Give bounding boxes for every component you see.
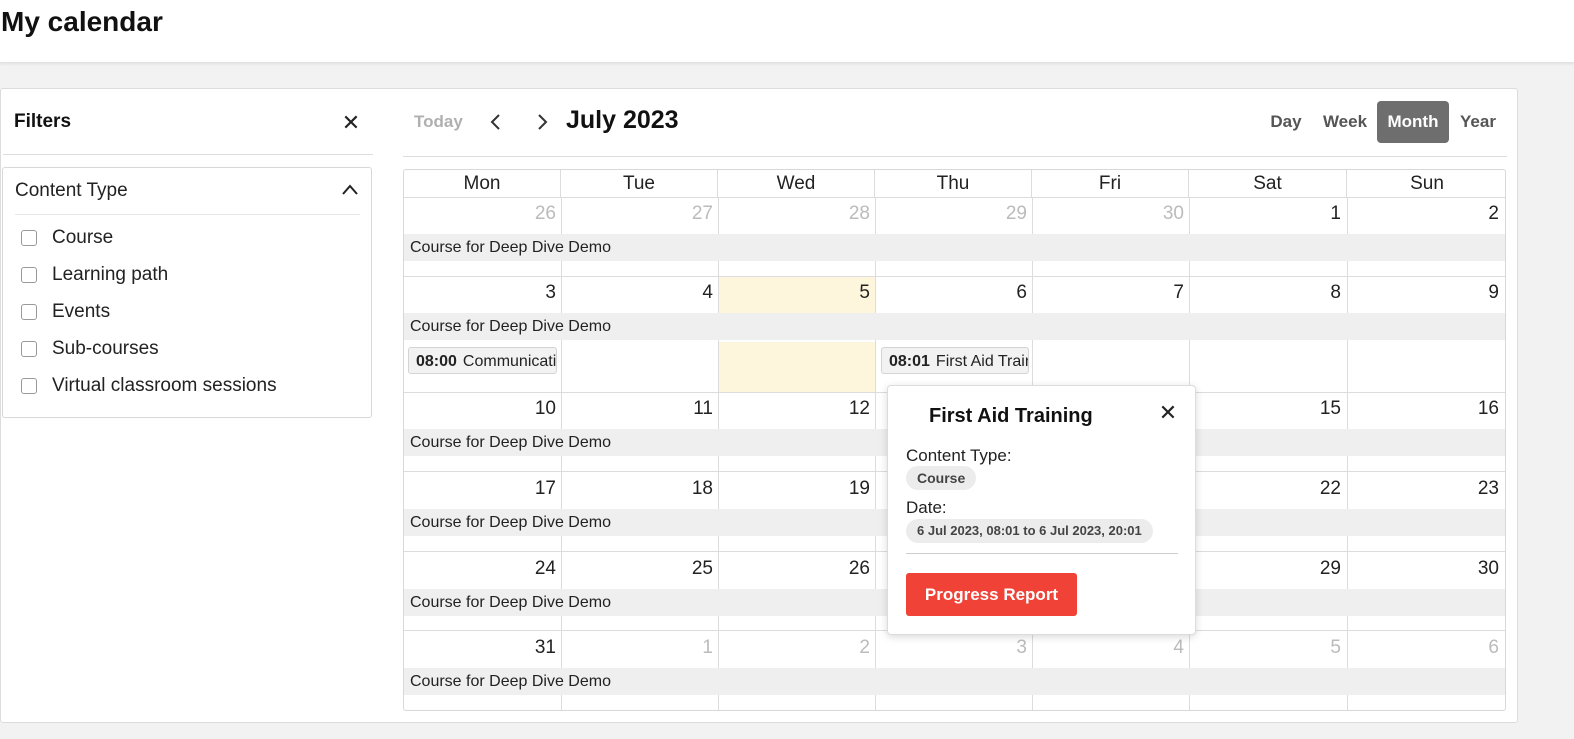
chevron-right-icon[interactable]	[530, 110, 554, 134]
event-time: 08:01	[889, 353, 930, 370]
day-number[interactable]: 9	[1459, 282, 1499, 304]
page-title: My calendar	[1, 6, 163, 37]
content-type-label: Content Type:	[906, 446, 1012, 465]
close-popover-button[interactable]: ✕	[1156, 401, 1180, 425]
day-number[interactable]: 23	[1459, 478, 1499, 500]
day-number[interactable]: 18	[673, 478, 713, 500]
day-number[interactable]: 24	[516, 558, 556, 580]
weekday-header: Fri	[1032, 170, 1189, 197]
event-chip[interactable]: 08:00 Communication Skills	[408, 347, 557, 374]
day-number[interactable]: 2	[1459, 203, 1499, 225]
day-number[interactable]: 1	[1301, 203, 1341, 225]
header-divider	[404, 197, 1505, 198]
filter-label: Virtual classroom sessions	[52, 375, 277, 396]
day-number[interactable]: 15	[1301, 398, 1341, 420]
day-number[interactable]: 28	[830, 203, 870, 225]
event-title: First Aid Training	[935, 353, 1028, 370]
day-number[interactable]: 1	[673, 637, 713, 659]
checkbox[interactable]	[21, 267, 37, 283]
content-type-badge: Course	[906, 466, 977, 490]
day-number[interactable]: 10	[516, 398, 556, 420]
day-number[interactable]: 29	[987, 203, 1027, 225]
chevron-up-icon[interactable]	[340, 181, 360, 199]
day-number[interactable]: 22	[1301, 478, 1341, 500]
checkbox[interactable]	[21, 378, 37, 394]
day-number[interactable]: 7	[1144, 282, 1184, 304]
filter-label: Course	[52, 227, 114, 248]
day-number[interactable]: 19	[830, 478, 870, 500]
day-number[interactable]: 11	[673, 398, 713, 420]
filters-title: Filters	[14, 111, 72, 132]
close-filters-button[interactable]: ✕	[339, 111, 363, 135]
content-type-divider	[15, 214, 360, 215]
view-day-button[interactable]: Day	[1262, 101, 1310, 143]
view-year-button[interactable]: Year	[1452, 101, 1504, 143]
close-icon: ✕	[341, 110, 361, 135]
close-icon: ✕	[1158, 400, 1178, 425]
weekday-header: Sat	[1189, 170, 1347, 197]
event-time: 08:00	[416, 353, 457, 370]
day-number[interactable]: 12	[830, 398, 870, 420]
filter-course[interactable]: Course	[21, 227, 113, 249]
today-button[interactable]: Today	[414, 112, 463, 132]
day-number[interactable]: 31	[516, 637, 556, 659]
filter-label: Learning path	[52, 264, 169, 285]
weekday-header: Wed	[718, 170, 875, 197]
day-number[interactable]: 4	[1144, 637, 1184, 659]
checkbox[interactable]	[21, 341, 37, 357]
popover-title: First Aid Training	[929, 405, 1093, 427]
date-label: Date:	[906, 498, 947, 517]
day-number[interactable]: 2	[830, 637, 870, 659]
checkbox[interactable]	[21, 304, 37, 320]
all-day-event[interactable]: Course for Deep Dive Demo	[404, 234, 1505, 261]
weekday-header: Sun	[1410, 173, 1444, 194]
day-number[interactable]: 27	[673, 203, 713, 225]
day-number[interactable]: 25	[673, 558, 713, 580]
filter-sub-courses[interactable]: Sub-courses	[21, 338, 159, 360]
view-week-button[interactable]: Week	[1316, 101, 1374, 143]
today-highlight	[718, 342, 875, 393]
day-number[interactable]: 26	[830, 558, 870, 580]
current-month-label: July 2023	[566, 106, 679, 134]
filter-label: Events	[52, 301, 111, 322]
week-divider	[404, 276, 1505, 277]
day-number[interactable]: 8	[1301, 282, 1341, 304]
chevron-left-icon[interactable]	[484, 110, 508, 134]
filter-virtual-classroom[interactable]: Virtual classroom sessions	[21, 375, 277, 397]
day-number[interactable]: 16	[1459, 398, 1499, 420]
filters-divider	[3, 154, 373, 155]
day-number[interactable]: 3	[987, 637, 1027, 659]
event-chip[interactable]: 08:01 First Aid Training	[881, 347, 1029, 374]
progress-report-button[interactable]: Progress Report	[906, 573, 1077, 616]
day-number[interactable]: 30	[1144, 203, 1184, 225]
day-number[interactable]: 6	[1459, 637, 1499, 659]
weekday-header: Mon	[404, 170, 561, 197]
day-number[interactable]: 30	[1459, 558, 1499, 580]
date-badge: 6 Jul 2023, 08:01 to 6 Jul 2023, 20:01	[906, 519, 1153, 543]
checkbox[interactable]	[21, 230, 37, 246]
content-type-header[interactable]: Content Type	[15, 180, 128, 202]
view-month-button[interactable]: Month	[1377, 101, 1449, 143]
filter-events[interactable]: Events	[21, 301, 110, 323]
day-number[interactable]: 5	[1301, 637, 1341, 659]
day-number[interactable]: 17	[516, 478, 556, 500]
toolbar-divider	[403, 156, 1507, 157]
day-number[interactable]: 5	[830, 282, 870, 304]
all-day-event[interactable]: Course for Deep Dive Demo	[404, 313, 1505, 340]
filter-label: Sub-courses	[52, 338, 159, 359]
weekday-header: Thu	[875, 170, 1032, 197]
weekday-header: Tue	[561, 170, 718, 197]
filter-learning-path[interactable]: Learning path	[21, 264, 168, 286]
event-title: Communication Skills	[462, 353, 557, 370]
day-number[interactable]: 29	[1301, 558, 1341, 580]
day-number[interactable]: 6	[987, 282, 1027, 304]
day-number[interactable]: 4	[673, 282, 713, 304]
popover-divider	[906, 553, 1178, 554]
day-number[interactable]: 3	[516, 282, 556, 304]
day-number[interactable]: 26	[516, 203, 556, 225]
top-bar: My calendar	[0, 0, 1574, 63]
all-day-event[interactable]: Course for Deep Dive Demo	[404, 668, 1505, 695]
